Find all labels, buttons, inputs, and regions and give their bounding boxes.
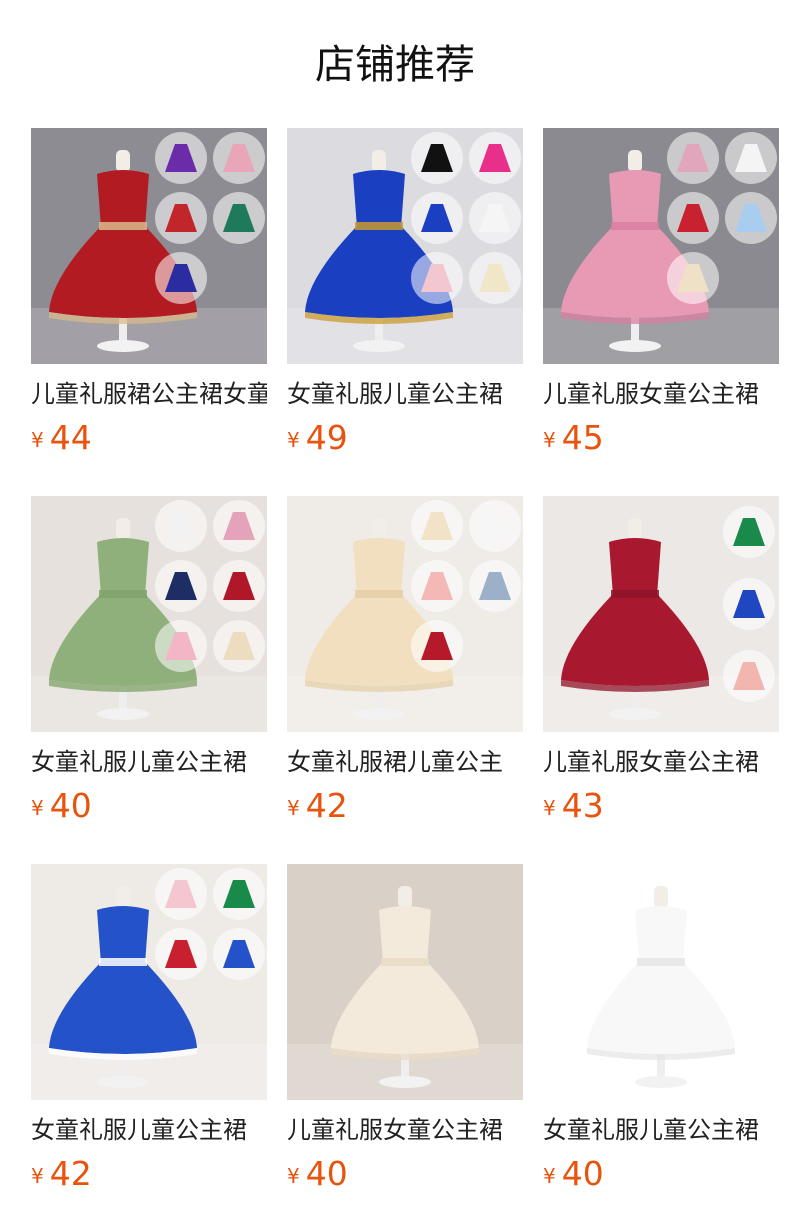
price-value: 42 — [305, 786, 348, 825]
currency-symbol: ¥ — [31, 428, 44, 452]
color-swatch — [411, 192, 463, 244]
product-price: ¥40 — [31, 784, 92, 828]
price-value: 49 — [305, 418, 348, 457]
currency-symbol: ¥ — [543, 796, 556, 820]
page-title: 店铺推荐 — [315, 42, 475, 88]
color-swatch — [213, 192, 265, 244]
color-swatch — [725, 192, 777, 244]
price-value: 45 — [561, 418, 604, 457]
color-swatch — [469, 560, 521, 612]
product-card[interactable]: 女童礼服裙儿童公主 ¥42 — [287, 496, 523, 864]
dress-illustration — [287, 128, 523, 364]
product-image[interactable] — [543, 496, 779, 732]
product-price: ¥45 — [543, 416, 604, 460]
price-value: 40 — [561, 1154, 604, 1193]
product-image[interactable] — [287, 496, 523, 732]
dress-illustration — [287, 496, 523, 732]
color-swatch — [213, 500, 265, 552]
currency-symbol: ¥ — [543, 1164, 556, 1188]
color-swatch — [155, 928, 207, 980]
color-swatch — [411, 252, 463, 304]
product-card[interactable]: 女童礼服儿童公主裙 ¥40 — [543, 864, 779, 1232]
color-swatch — [469, 500, 521, 552]
product-price: ¥42 — [31, 1152, 92, 1196]
color-swatch — [155, 560, 207, 612]
color-swatch — [213, 620, 265, 672]
color-swatch — [469, 132, 521, 184]
product-name[interactable]: 女童礼服儿童公主裙 — [287, 378, 523, 410]
product-name[interactable]: 女童礼服儿童公主裙 — [543, 1114, 779, 1146]
currency-symbol: ¥ — [543, 428, 556, 452]
product-card[interactable]: 女童礼服儿童公主裙 ¥42 — [31, 864, 267, 1232]
dress-illustration — [543, 864, 779, 1100]
currency-symbol: ¥ — [287, 428, 300, 452]
currency-symbol: ¥ — [31, 796, 44, 820]
product-card[interactable]: 女童礼服儿童公主裙 ¥49 — [287, 128, 523, 496]
currency-symbol: ¥ — [31, 1164, 44, 1188]
dress-illustration — [287, 864, 523, 1100]
product-card[interactable]: 儿童礼服裙公主裙女童 ¥44 — [31, 128, 267, 496]
color-swatch — [155, 192, 207, 244]
dress-illustration — [543, 128, 779, 364]
price-value: 43 — [561, 786, 604, 825]
product-grid: 儿童礼服裙公主裙女童 ¥44 女童礼服儿童公主裙 ¥49 儿童礼服女童公主裙 ¥… — [31, 128, 779, 1232]
dress-illustration — [31, 496, 267, 732]
product-image[interactable] — [31, 864, 267, 1100]
color-swatch — [411, 132, 463, 184]
color-swatch — [213, 560, 265, 612]
product-image[interactable] — [31, 128, 267, 364]
product-image[interactable] — [287, 128, 523, 364]
color-swatch — [213, 928, 265, 980]
price-value: 44 — [49, 418, 92, 457]
color-swatch — [155, 252, 207, 304]
product-name[interactable]: 女童礼服儿童公主裙 — [31, 1114, 267, 1146]
product-card[interactable]: 儿童礼服女童公主裙 ¥43 — [543, 496, 779, 864]
color-swatch — [213, 868, 265, 920]
currency-symbol: ¥ — [287, 796, 300, 820]
product-name[interactable]: 儿童礼服女童公主裙 — [287, 1114, 523, 1146]
product-name[interactable]: 女童礼服儿童公主裙 — [31, 746, 267, 778]
product-price: ¥44 — [31, 416, 92, 460]
color-swatch — [667, 132, 719, 184]
color-swatch — [411, 560, 463, 612]
color-swatch — [723, 506, 775, 558]
product-card[interactable]: 女童礼服儿童公主裙 ¥40 — [31, 496, 267, 864]
price-value: 40 — [49, 786, 92, 825]
color-swatch — [667, 252, 719, 304]
product-name[interactable]: 儿童礼服裙公主裙女童 — [31, 378, 267, 410]
color-swatch — [155, 868, 207, 920]
currency-symbol: ¥ — [287, 1164, 300, 1188]
product-price: ¥49 — [287, 416, 348, 460]
color-swatch — [469, 252, 521, 304]
product-name[interactable]: 女童礼服裙儿童公主 — [287, 746, 523, 778]
color-swatch — [155, 500, 207, 552]
color-swatch — [213, 132, 265, 184]
color-swatch — [725, 132, 777, 184]
dress-illustration — [31, 864, 267, 1100]
color-swatch — [155, 620, 207, 672]
product-price: ¥42 — [287, 784, 348, 828]
dress-illustration — [31, 128, 267, 364]
product-name[interactable]: 儿童礼服女童公主裙 — [543, 378, 779, 410]
dress-illustration — [543, 496, 779, 732]
color-swatch — [667, 192, 719, 244]
product-name[interactable]: 儿童礼服女童公主裙 — [543, 746, 779, 778]
color-swatch — [723, 578, 775, 630]
product-price: ¥43 — [543, 784, 604, 828]
product-card[interactable]: 儿童礼服女童公主裙 ¥40 — [287, 864, 523, 1232]
product-image[interactable] — [543, 128, 779, 364]
color-swatch — [411, 620, 463, 672]
color-swatch — [155, 132, 207, 184]
color-swatch — [411, 500, 463, 552]
product-image[interactable] — [31, 496, 267, 732]
product-price: ¥40 — [543, 1152, 604, 1196]
price-value: 40 — [305, 1154, 348, 1193]
product-price: ¥40 — [287, 1152, 348, 1196]
product-image[interactable] — [543, 864, 779, 1100]
color-swatch — [469, 192, 521, 244]
product-image[interactable] — [287, 864, 523, 1100]
color-swatch — [723, 650, 775, 702]
price-value: 42 — [49, 1154, 92, 1193]
product-card[interactable]: 儿童礼服女童公主裙 ¥45 — [543, 128, 779, 496]
